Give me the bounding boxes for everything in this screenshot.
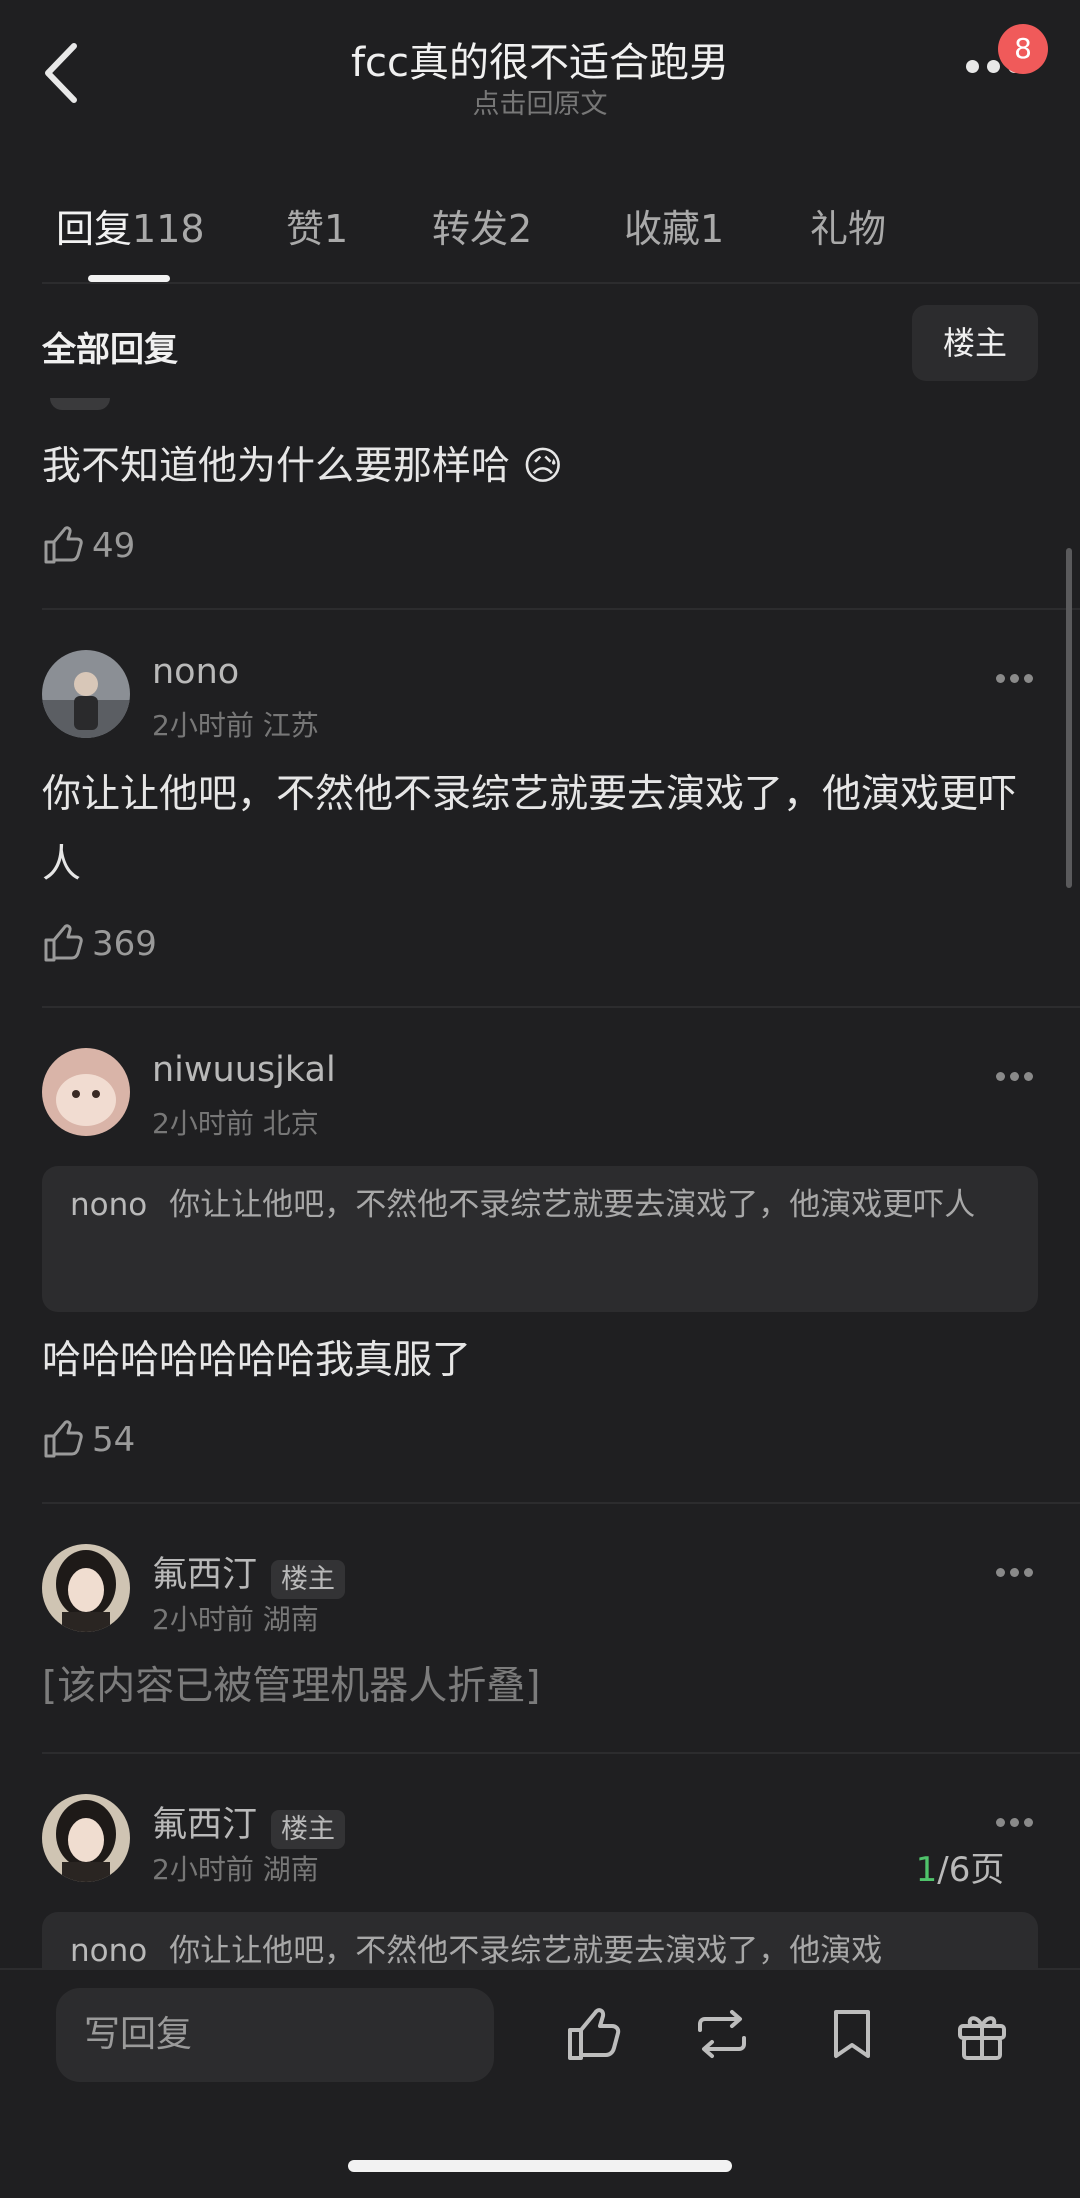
username[interactable]: nono <box>152 652 239 692</box>
tab-gifts[interactable]: 礼物 <box>810 198 886 253</box>
username[interactable]: niwuusjkal <box>152 1050 336 1090</box>
like-count: 49 <box>92 526 136 566</box>
tabs-divider <box>42 282 1080 284</box>
like-icon[interactable] <box>564 2004 624 2064</box>
owner-only-button[interactable]: 楼主 <box>912 305 1038 381</box>
comment-text: 我不知道他为什么要那样哈 😥 <box>42 444 564 489</box>
quoted-text: 你让让他吧，不然他不录综艺就要去演戏了，他演戏更吓人 <box>169 1187 976 1223</box>
tab-reposts[interactable]: 转发2 <box>432 198 532 253</box>
quoted-reply[interactable]: nono 你让让他吧，不然他不录综艺就要去演戏了，他演戏更吓人 <box>42 1166 1038 1312</box>
section-title: 全部回复 <box>42 330 178 370</box>
quoted-username: nono <box>70 1933 148 1969</box>
comment-more-icon[interactable] <box>996 1562 1038 1577</box>
folded-comment-text: [该内容已被管理机器人折叠] <box>42 1664 541 1709</box>
comment-more-icon[interactable] <box>996 668 1038 683</box>
home-indicator[interactable] <box>348 2160 732 2172</box>
active-tab-indicator <box>88 275 170 282</box>
thumbs-up-icon <box>44 1420 83 1458</box>
thumbs-up-icon <box>44 924 83 962</box>
quoted-text: 你让让他吧，不然他不录综艺就要去演戏了，他演戏 <box>169 1933 883 1969</box>
back-to-original-link[interactable]: 点击回原文 <box>0 82 1080 121</box>
comment-meta: 2小时前 北京 <box>152 1107 319 1140</box>
comment-divider <box>42 1502 1080 1504</box>
owner-tag: 楼主 <box>271 1559 346 1599</box>
repost-icon[interactable] <box>692 2004 752 2064</box>
avatar[interactable] <box>42 1048 130 1136</box>
quoted-username: nono <box>70 1187 148 1223</box>
avatar <box>50 398 110 410</box>
like-count: 54 <box>92 1420 136 1460</box>
tab-favorites[interactable]: 收藏1 <box>624 198 724 253</box>
comment-meta: 2小时前 湖南 <box>152 1603 319 1636</box>
comment-more-icon[interactable] <box>996 1066 1038 1081</box>
comment-meta: 2小时前 江苏 <box>152 709 319 742</box>
avatar[interactable] <box>42 1544 130 1632</box>
comment-meta: 2小时前 湖南 <box>152 1853 319 1886</box>
bookmark-icon[interactable] <box>822 2004 882 2064</box>
notification-badge: 8 <box>998 24 1048 74</box>
post-title[interactable]: fcc真的很不适合跑男 <box>0 30 1080 88</box>
gift-icon[interactable] <box>952 2004 1012 2064</box>
comment-divider <box>42 1752 1080 1754</box>
comment-divider <box>42 1006 1080 1008</box>
username[interactable]: 氟西汀 楼主 <box>152 1796 346 1849</box>
thumbs-up-icon <box>44 526 83 564</box>
avatar[interactable] <box>42 1794 130 1882</box>
avatar[interactable] <box>42 650 130 738</box>
reply-input[interactable]: 写回复 <box>56 1988 494 2082</box>
scrollbar[interactable] <box>1066 548 1072 888</box>
comment-text: 哈哈哈哈哈哈哈我真服了 <box>42 1338 472 1383</box>
tab-likes[interactable]: 赞1 <box>286 198 348 253</box>
tab-replies[interactable]: 回复118 <box>56 198 205 253</box>
comment-text: 你让让他吧，不然他不录综艺就要去演戏了，他演戏更吓人 <box>42 772 1018 887</box>
comment-divider <box>42 608 1080 610</box>
like-count: 369 <box>92 924 157 964</box>
page-indicator[interactable]: 1/6页 <box>880 1842 1040 1892</box>
comment-more-icon[interactable] <box>996 1812 1038 1827</box>
username[interactable]: 氟西汀 楼主 <box>152 1546 346 1599</box>
owner-tag: 楼主 <box>271 1809 346 1849</box>
